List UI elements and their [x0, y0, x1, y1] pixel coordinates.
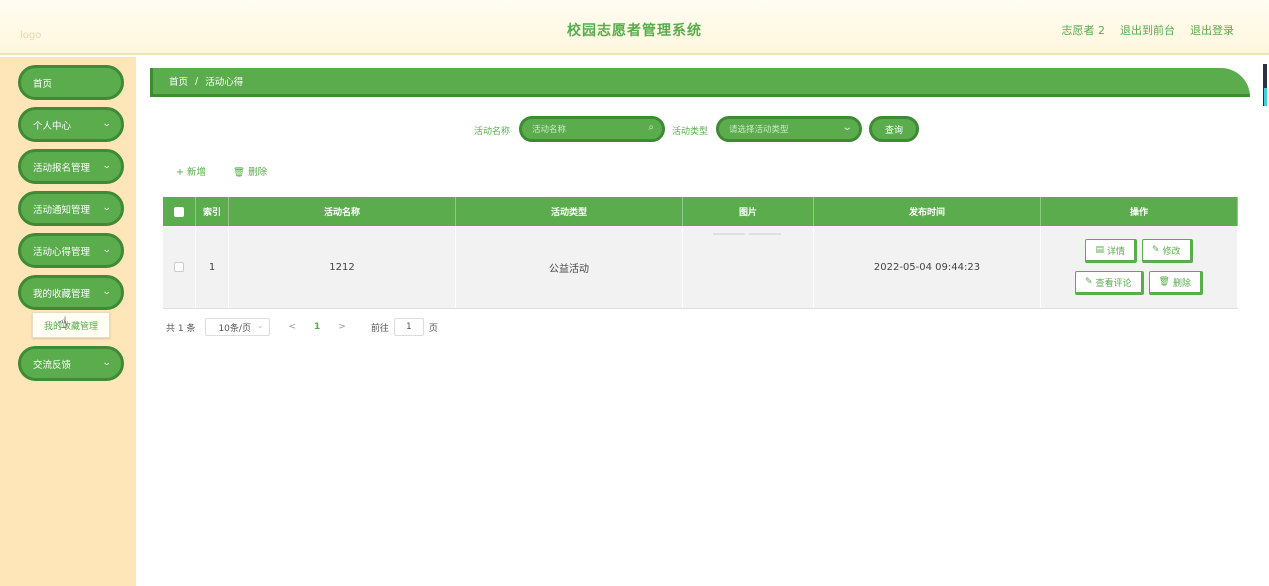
goto-label: 前往 — [370, 323, 389, 334]
data-table: 索引 活动名称 活动类型 图片 发布时间 操作 1 1212 公益活动 2022… — [163, 197, 1238, 309]
sidebar-item-notice[interactable]: 活动通知管理 ⌄ — [18, 191, 124, 226]
sidebar-item-signup[interactable]: 活动报名管理 ⌄ — [18, 149, 124, 184]
sidebar-item-label: 活动通知管理 — [33, 204, 91, 216]
header: logo 校园志愿者管理系统 志愿者 2 退出到前台 退出登录 — [0, 0, 1269, 55]
type-placeholder: 请选择活动类型 — [729, 125, 789, 135]
pencil-icon: ✎ — [1151, 245, 1160, 255]
sidebar-item-favorites[interactable]: 我的收藏管理 ⌄ — [18, 275, 124, 310]
query-button[interactable]: 查询 — [869, 116, 919, 142]
edit-button[interactable]: ✎ 修改 — [1141, 239, 1193, 263]
add-button[interactable]: + 新增 — [176, 164, 206, 178]
row-check-cell — [163, 226, 196, 308]
detail-label: 详情 — [1106, 246, 1125, 257]
document-icon: ▤ — [1095, 245, 1104, 255]
cell-time: 2022-05-04 09:44:23 — [814, 226, 1041, 308]
cell-picture — [683, 226, 814, 308]
chevron-down-icon: ⌄ — [101, 203, 113, 213]
page-size-value: 10条/页 — [218, 323, 251, 334]
table-header: 索引 活动名称 活动类型 图片 发布时间 操作 — [163, 197, 1238, 226]
select-all-checkbox[interactable] — [174, 206, 184, 217]
select-all-cell — [163, 197, 196, 226]
delete-button[interactable]: 🗑 删除 — [233, 164, 267, 178]
sidebar-item-label: 活动报名管理 — [33, 162, 91, 174]
pagination: 共 1 条 10条/页 ⌄ < 1 > 前往 1 页 — [166, 318, 438, 336]
chevron-down-icon: ⌄ — [101, 287, 113, 297]
name-label: 活动名称 — [474, 127, 511, 137]
name-placeholder: 活动名称 — [532, 125, 567, 135]
breadcrumb: 首页 / 活动心得 — [150, 68, 1250, 97]
total-count: 共 1 条 — [166, 323, 196, 334]
chevron-down-icon: ⌄ — [101, 358, 113, 368]
header-time: 发布时间 — [814, 197, 1041, 226]
logout-link[interactable]: 退出登录 — [1190, 22, 1234, 38]
page-size-select[interactable]: 10条/页 ⌄ — [205, 318, 271, 336]
op-row-2: ✎ 查看评论 🗑 删除 — [1074, 271, 1203, 295]
comments-button[interactable]: ✎ 查看评论 — [1074, 271, 1144, 295]
sidebar-item-label: 首页 — [33, 78, 53, 90]
chevron-down-icon: ⌄ — [101, 161, 113, 171]
submenu-item-favorites[interactable]: 我的收藏管理 — [32, 312, 110, 338]
header-actions: 志愿者 2 退出到前台 退出登录 — [1062, 22, 1235, 38]
user-name[interactable]: 志愿者 2 — [1062, 22, 1106, 38]
sidebar-item-label: 个人中心 — [33, 120, 72, 132]
page-word: 页 — [428, 323, 438, 334]
name-search-input[interactable]: 活动名称 ⌕ — [519, 116, 665, 142]
header-index: 索引 — [196, 197, 229, 226]
breadcrumb-current: 活动心得 — [205, 77, 244, 88]
chevron-down-icon: ⌄ — [840, 122, 853, 133]
header-actions: 操作 — [1041, 197, 1238, 226]
sidebar-item-home[interactable]: 首页 — [18, 65, 124, 100]
sidebar-item-feedback[interactable]: 交流反馈 ⌄ — [18, 346, 124, 381]
goto-input[interactable]: 1 — [393, 318, 424, 336]
cell-index: 1 — [196, 226, 229, 308]
trash-icon: 🗑 — [1158, 277, 1170, 287]
breadcrumb-home[interactable]: 首页 — [169, 74, 188, 88]
cell-actions: ▤ 详情 ✎ 修改 ✎ 查看评论 🗑 删除 — [1041, 226, 1238, 308]
row-checkbox[interactable] — [174, 262, 184, 272]
prev-page-button[interactable]: < — [288, 322, 296, 332]
pointer-cursor-icon: ☝ — [58, 313, 68, 332]
sidebar-item-label: 交流反馈 — [33, 359, 72, 371]
header-picture: 图片 — [683, 197, 814, 226]
type-select[interactable]: 请选择活动类型 ⌄ — [716, 116, 862, 142]
chevron-down-icon: ⌄ — [101, 119, 113, 129]
chevron-down-icon: ⌄ — [256, 321, 264, 330]
current-page[interactable]: 1 — [314, 322, 320, 332]
sidebar-item-personal[interactable]: 个人中心 ⌄ — [18, 107, 124, 142]
broken-image-icon — [713, 233, 781, 235]
chevron-down-icon: ⌄ — [101, 245, 113, 255]
next-page-button[interactable]: > — [338, 322, 346, 332]
detail-button[interactable]: ▤ 详情 — [1085, 239, 1137, 263]
search-icon: ⌕ — [648, 122, 654, 133]
table-row: 1 1212 公益活动 2022-05-04 09:44:23 ▤ 详情 ✎ 修… — [163, 226, 1238, 309]
op-row-1: ▤ 详情 ✎ 修改 — [1085, 239, 1193, 263]
comments-label: 查看评论 — [1095, 278, 1132, 289]
cell-name: 1212 — [229, 226, 456, 308]
header-name: 活动名称 — [229, 197, 456, 226]
breadcrumb-sep: / — [195, 75, 199, 87]
sidebar-item-label: 我的收藏管理 — [33, 288, 91, 300]
delete-label: 删除 — [1172, 278, 1191, 289]
type-label: 活动类型 — [672, 127, 709, 137]
cell-type: 公益活动 — [456, 226, 683, 308]
sidebar-item-label: 活动心得管理 — [33, 246, 91, 258]
scrollbar-thumb[interactable] — [1264, 88, 1267, 106]
pencil-icon: ✎ — [1084, 277, 1093, 287]
header-type: 活动类型 — [456, 197, 683, 226]
row-delete-button[interactable]: 🗑 删除 — [1148, 271, 1203, 295]
back-front-link[interactable]: 退出到前台 — [1120, 22, 1175, 38]
edit-label: 修改 — [1162, 246, 1181, 257]
sidebar-item-experience[interactable]: 活动心得管理 ⌄ — [18, 233, 124, 268]
